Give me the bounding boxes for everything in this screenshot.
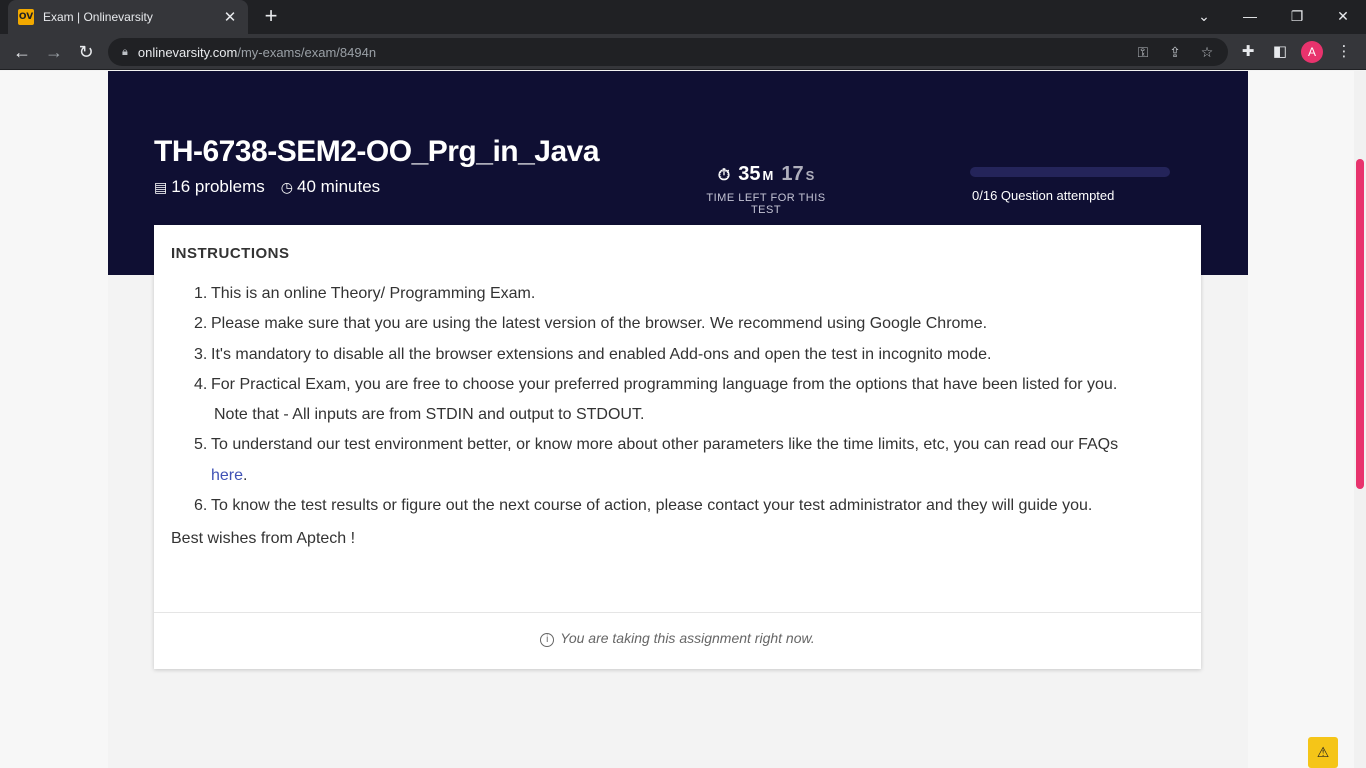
- reload-button[interactable]: ↻: [74, 40, 98, 64]
- key-icon[interactable]: ⚿: [1133, 44, 1153, 61]
- exam-duration: 40 minutes: [297, 177, 381, 196]
- warning-icon[interactable]: ⚠: [1308, 737, 1338, 768]
- card-divider: [154, 612, 1201, 613]
- list-item: 3. It's mandatory to disable all the brow…: [194, 345, 992, 363]
- list-item: 4. For Practical Exam, you are free to ch…: [194, 375, 1118, 424]
- page-scrollbar[interactable]: [1354, 71, 1366, 768]
- assignment-status: i You are taking this assignment right no…: [154, 630, 1201, 647]
- back-button[interactable]: ←: [10, 40, 34, 64]
- tab-title: Exam | Onlinevarsity: [43, 10, 153, 24]
- page-margin-left: [0, 71, 108, 768]
- address-bar[interactable]: 🔒︎ onlinevarsity.com/my-exams/exam/8494n…: [108, 38, 1228, 66]
- item4-note: Note that - All inputs are from STDIN an…: [214, 406, 645, 424]
- new-tab-button[interactable]: +: [260, 5, 282, 27]
- faq-link[interactable]: here: [211, 467, 243, 484]
- close-tab-icon[interactable]: ✕: [222, 8, 238, 26]
- page-margin-right: [1248, 71, 1354, 768]
- onlinevarsity-favicon-icon: OV: [18, 9, 34, 25]
- list-item: 6. To know the test results or figure out…: [194, 497, 1093, 515]
- list-item: 1. This is an online Theory/ Programming …: [194, 285, 536, 302]
- assignment-status-text: You are taking this assignment right now…: [560, 630, 815, 646]
- bookmark-star-icon[interactable]: ☆: [1197, 44, 1217, 61]
- exam-title: TH-6738-SEM2-OO_Prg_in_Java: [154, 135, 600, 168]
- instructions-card: INSTRUCTIONS 1. This is an online Theory/…: [154, 225, 1201, 669]
- menu-kebab-icon[interactable]: ⋮: [1334, 42, 1354, 60]
- stopwatch-icon: ⏱︎: [717, 167, 731, 184]
- problem-count: 16 problems: [171, 177, 265, 196]
- page-viewport: TH-6738-SEM2-OO_Prg_in_Java ▤ 16 problem…: [0, 71, 1354, 768]
- side-panel-icon[interactable]: ◧: [1270, 42, 1290, 60]
- browser-toolbar: ← → ↻ 🔒︎ onlinevarsity.com/my-exams/exam…: [0, 34, 1366, 70]
- book-icon: ▤: [154, 178, 168, 195]
- timer-minutes-unit: M: [762, 168, 774, 183]
- close-window-button[interactable]: ✕: [1329, 4, 1357, 28]
- timer-label: TIME LEFT FOR THIS TEST: [706, 192, 826, 216]
- closing-note: Best wishes from Aptech !: [171, 530, 356, 547]
- instructions-heading: INSTRUCTIONS: [171, 245, 290, 262]
- url-path: /my-exams/exam/8494n: [237, 44, 377, 60]
- scrollbar-thumb[interactable]: [1356, 159, 1364, 489]
- list-item: 2. Please make sure that you are using th…: [194, 315, 988, 333]
- profile-avatar[interactable]: A: [1301, 41, 1323, 63]
- forward-button[interactable]: →: [42, 40, 66, 64]
- attempt-progress: 0/16 Question attempted: [970, 167, 1170, 203]
- share-icon[interactable]: ⇪: [1165, 44, 1185, 61]
- extensions-puzzle-icon[interactable]: ✚: [1238, 42, 1258, 60]
- exam-meta: ▤ 16 problems ◷ 40 minutes: [154, 177, 380, 197]
- url-host: onlinevarsity.com: [137, 44, 238, 60]
- instructions-list: 1. This is an online Theory/ Programming …: [194, 279, 1184, 521]
- timer-seconds-unit: S: [805, 168, 815, 183]
- countdown-timer: ⏱︎ 35 M 17 S TIME LEFT FOR THIS TEST: [690, 163, 842, 216]
- timer-seconds: 17: [781, 163, 804, 185]
- list-item: 5. To understand our test environment bet…: [194, 436, 1119, 484]
- timer-minutes: 35: [738, 163, 761, 185]
- progress-track: [970, 167, 1170, 177]
- tab-search-chevron-icon[interactable]: ⌄: [1190, 4, 1218, 28]
- info-icon: i: [540, 633, 555, 647]
- browser-tab[interactable]: OV Exam | Onlinevarsity ✕: [8, 0, 248, 34]
- restore-button[interactable]: ❐: [1283, 4, 1311, 28]
- browser-tab-bar: OV Exam | Onlinevarsity ✕ + ⌄ — ❐ ✕: [0, 0, 1366, 34]
- clock-icon: ◷: [280, 178, 294, 195]
- minimize-button[interactable]: —: [1236, 4, 1264, 28]
- progress-label: 0/16 Question attempted: [972, 188, 1115, 203]
- lock-icon: 🔒︎: [122, 45, 128, 58]
